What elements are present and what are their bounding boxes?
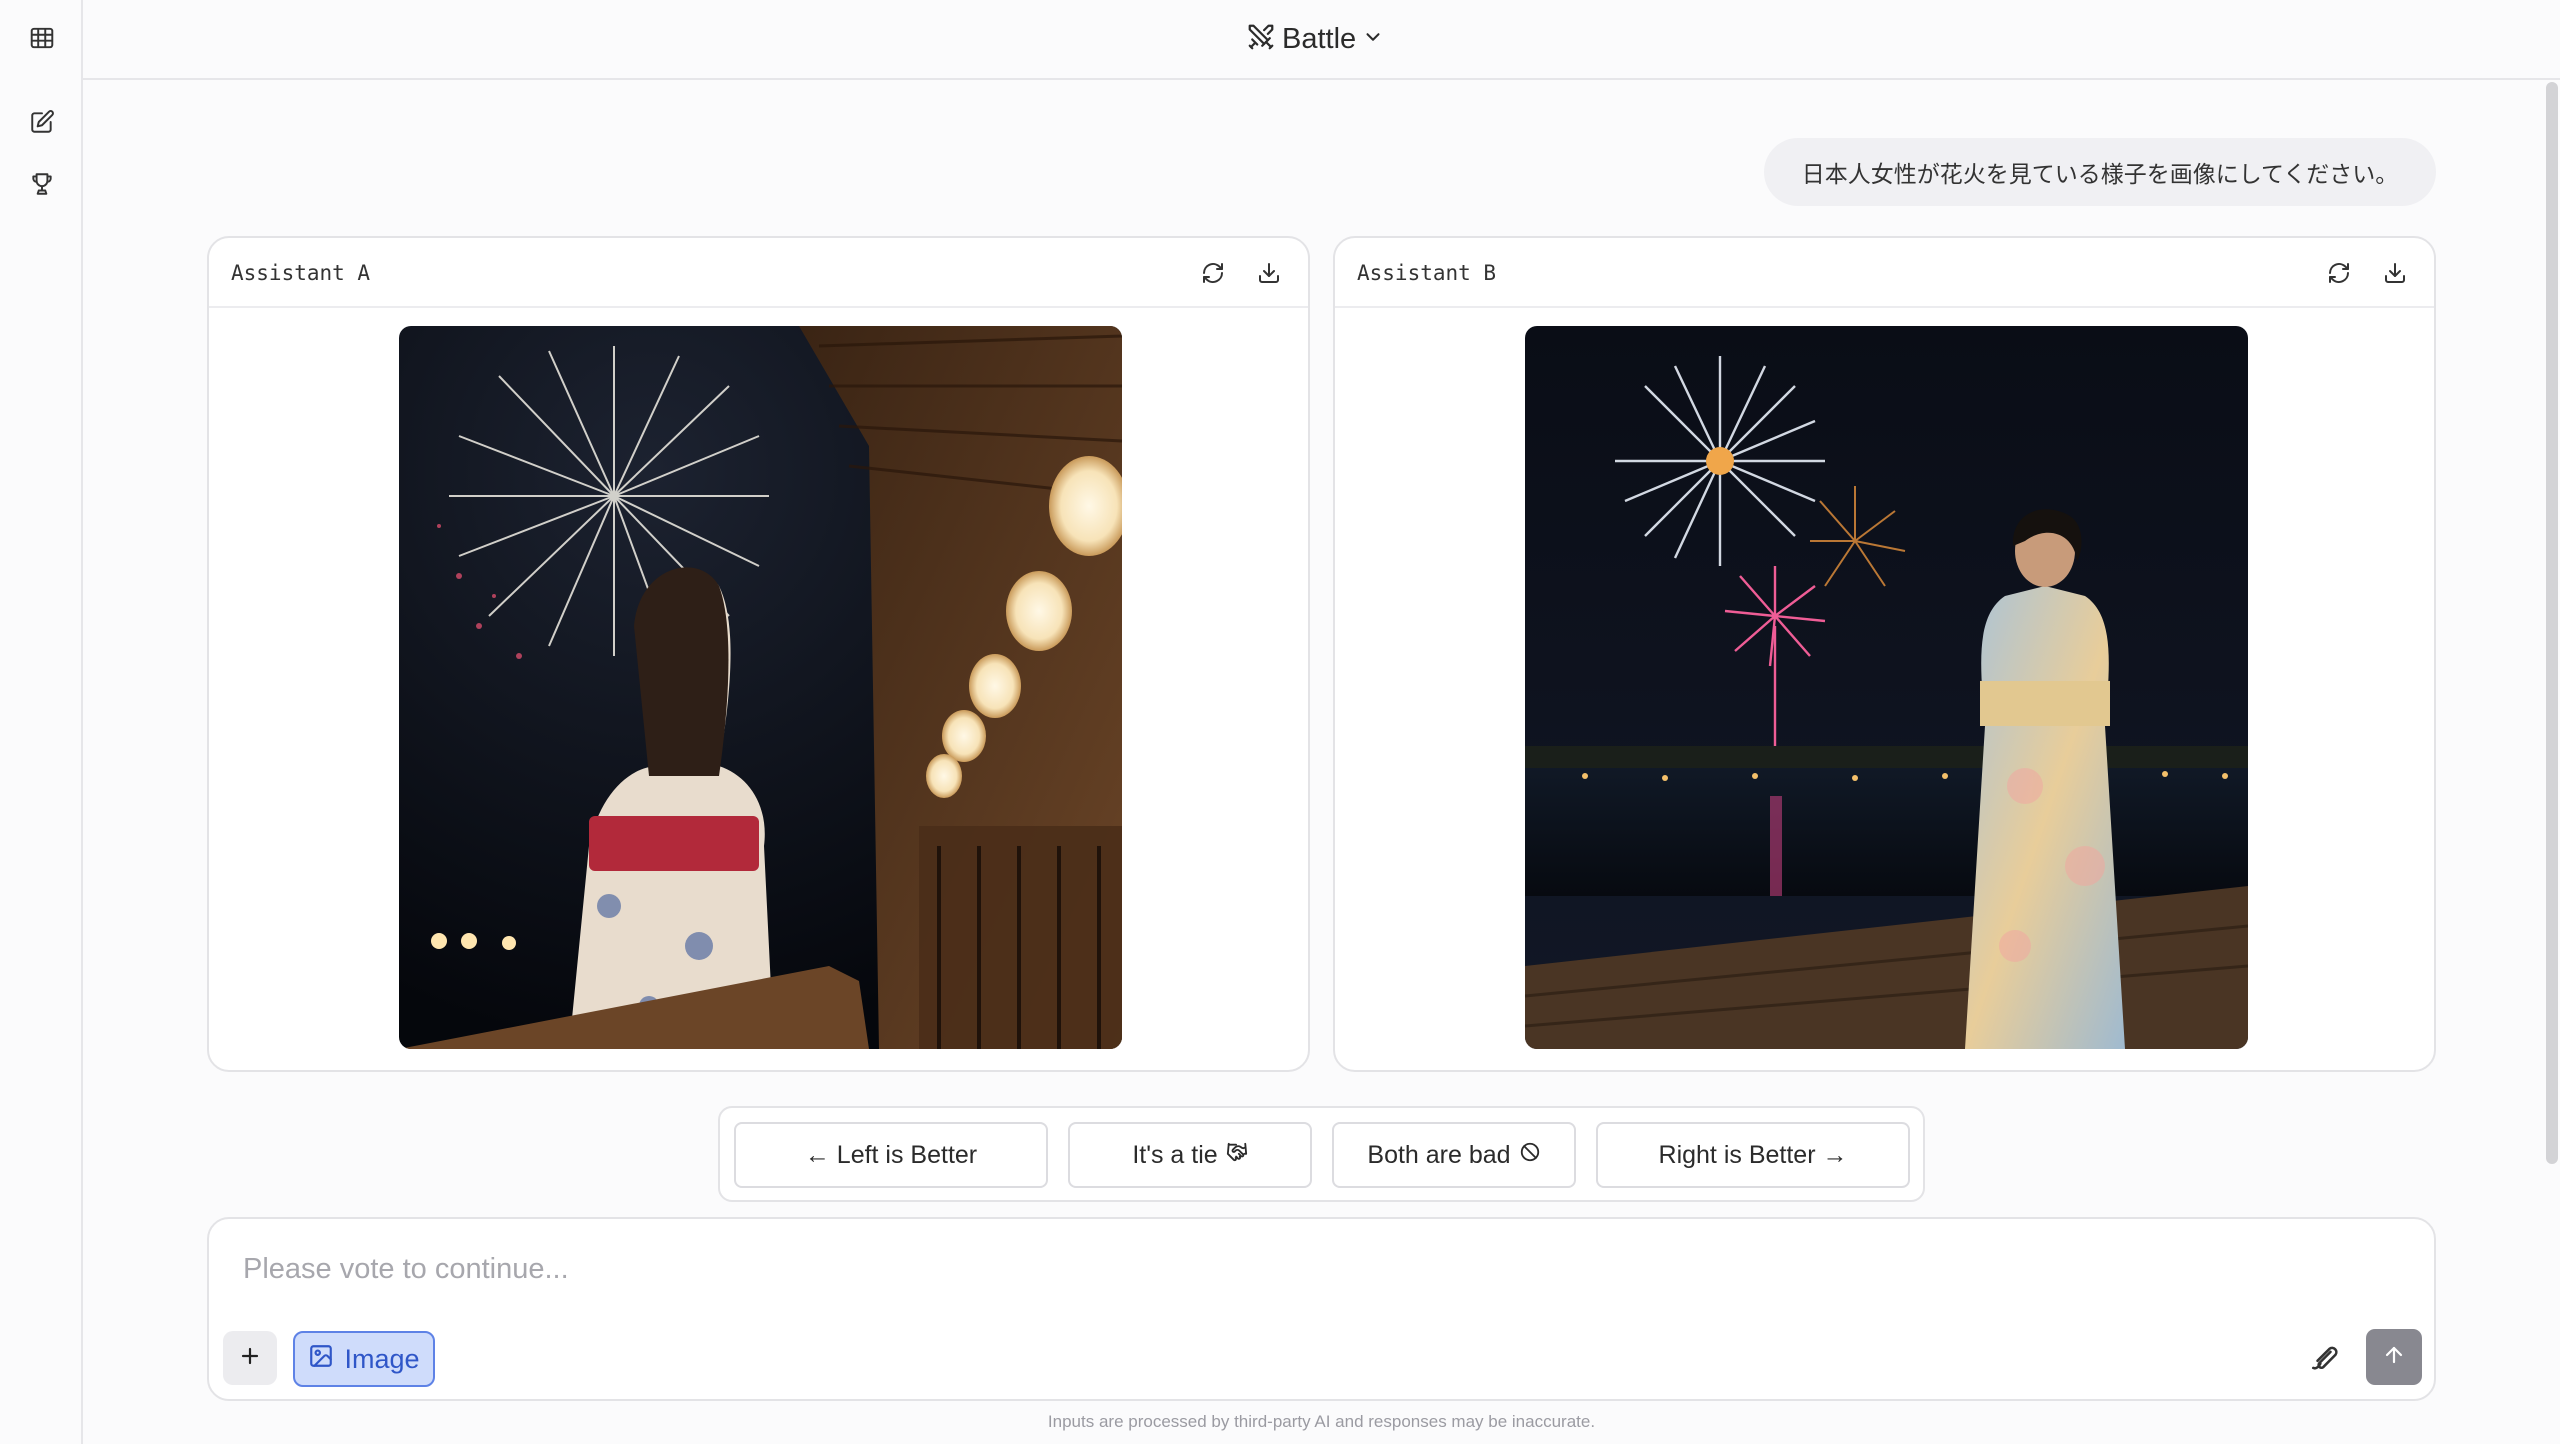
arrow-up-icon xyxy=(2382,1343,2406,1372)
image-mode-toggle[interactable]: Image xyxy=(293,1331,435,1387)
assistant-b-panel: Assistant B xyxy=(1333,236,2436,1072)
panel-header: Assistant A xyxy=(209,238,1308,308)
vote-bar: ← Left is Better It's a tie Both are bad… xyxy=(718,1106,1925,1202)
vote-tie-label: It's a tie xyxy=(1132,1140,1218,1169)
mode-label: Battle xyxy=(1282,22,1357,55)
message-input[interactable] xyxy=(243,1249,2243,1289)
table-icon[interactable] xyxy=(26,22,58,54)
vote-both-bad-label: Both are bad xyxy=(1367,1140,1511,1169)
panel-title: Assistant A xyxy=(231,261,371,285)
top-bar: Battle xyxy=(83,0,2560,80)
tie-button[interactable]: It's a tie xyxy=(1068,1122,1312,1188)
download-icon[interactable] xyxy=(1253,257,1285,289)
sidebar xyxy=(0,0,83,1444)
chevron-down-icon xyxy=(1362,26,1384,53)
disclaimer-text: Inputs are processed by third-party AI a… xyxy=(1047,1412,1596,1431)
trophy-icon[interactable] xyxy=(26,168,58,200)
download-icon[interactable] xyxy=(2379,257,2411,289)
image-icon xyxy=(308,1343,334,1376)
panel-header: Assistant B xyxy=(1335,238,2434,308)
send-button[interactable] xyxy=(2366,1329,2422,1385)
new-chat-icon[interactable] xyxy=(26,106,58,138)
regenerate-icon[interactable] xyxy=(2323,257,2355,289)
user-prompt-bubble: 日本人女性が花火を見ている様子を画像にしてください。 xyxy=(1764,138,2436,206)
handshake-icon xyxy=(1226,1141,1248,1170)
image-toggle-label: Image xyxy=(344,1343,420,1374)
regenerate-icon[interactable] xyxy=(1197,257,1229,289)
add-attachment-button[interactable] xyxy=(223,1331,277,1385)
generated-image-a[interactable] xyxy=(399,326,1122,1049)
plus-icon xyxy=(238,1344,262,1373)
panel-title: Assistant B xyxy=(1357,261,1497,285)
left-is-better-button[interactable]: ← Left is Better xyxy=(734,1122,1048,1188)
ban-icon xyxy=(1519,1141,1541,1170)
right-is-better-button[interactable]: Right is Better → xyxy=(1596,1122,1910,1188)
vote-right-label: Right is Better → xyxy=(1658,1140,1848,1169)
vote-left-label: ← Left is Better xyxy=(804,1140,978,1169)
scrollbar-thumb[interactable] xyxy=(2546,82,2558,1164)
battle-swords-icon xyxy=(1246,22,1276,57)
edit-image-icon[interactable] xyxy=(2303,1335,2349,1381)
mode-selector[interactable]: Battle xyxy=(1246,18,1384,60)
assistant-a-panel: Assistant A xyxy=(207,236,1310,1072)
message-composer: Image xyxy=(207,1217,2436,1401)
generated-image-b[interactable] xyxy=(1525,326,2248,1049)
both-bad-button[interactable]: Both are bad xyxy=(1332,1122,1576,1188)
